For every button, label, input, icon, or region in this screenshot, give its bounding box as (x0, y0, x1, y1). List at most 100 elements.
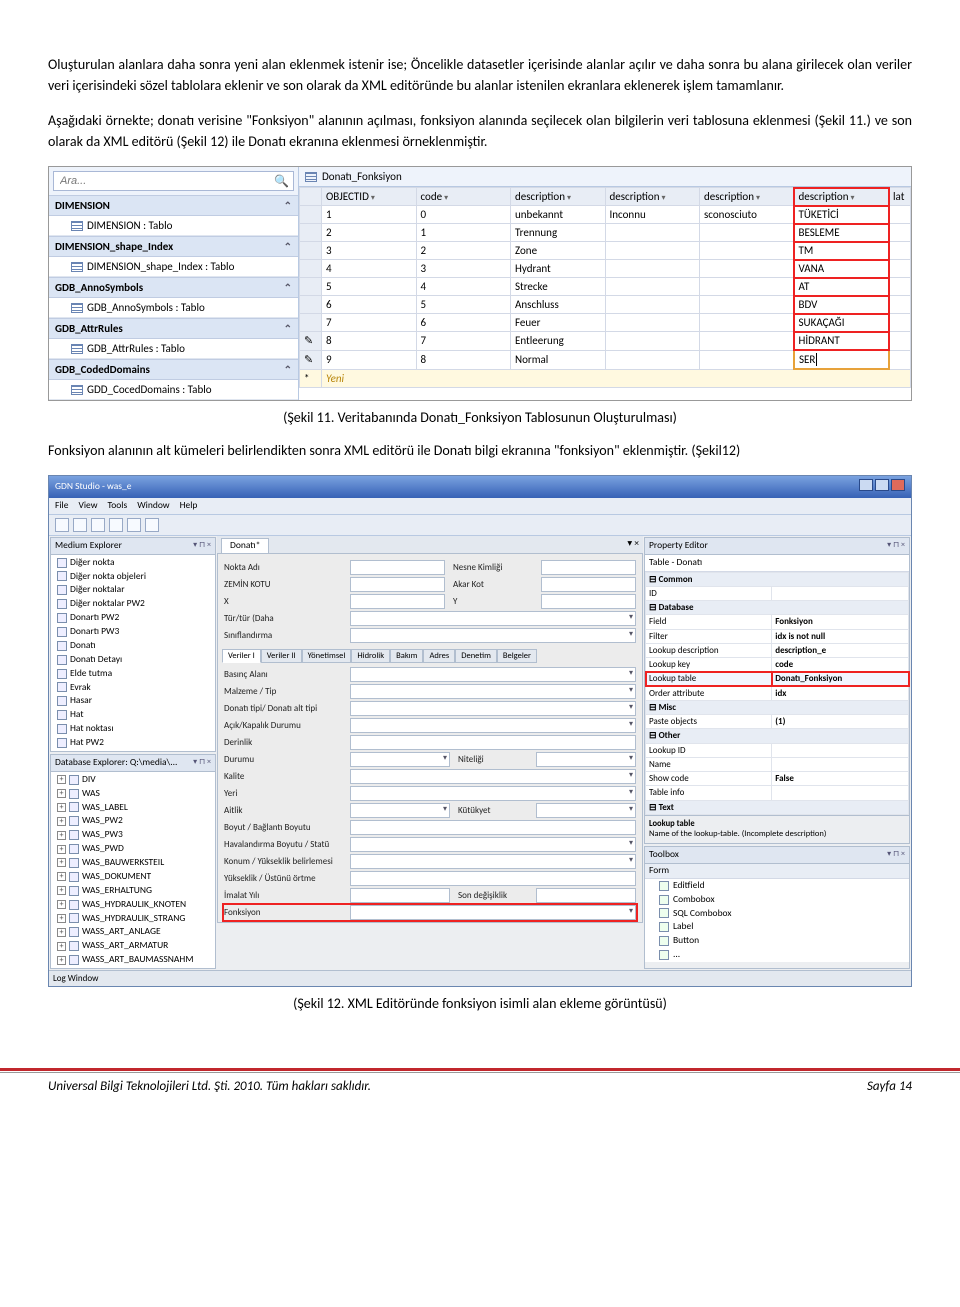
property-category[interactable]: ⊟ Other (646, 729, 909, 743)
toolbar-icon[interactable] (127, 518, 141, 532)
menu-bar[interactable]: FileViewToolsWindowHelp (49, 498, 911, 515)
row-header[interactable]: ✎ (300, 332, 322, 351)
tree-item[interactable]: Hat noktası (51, 722, 215, 736)
close-icon[interactable] (891, 479, 905, 491)
row-header[interactable] (300, 224, 322, 242)
row-header[interactable] (300, 278, 322, 296)
grid-cell[interactable]: 4 (416, 278, 511, 296)
table-row[interactable]: ✎ 8 7 Entleerung HİDRANT (300, 332, 911, 351)
grid-cell[interactable]: Feuer (511, 314, 606, 332)
toolbar[interactable] (49, 515, 911, 536)
panel-pins[interactable]: ▾ ⊓ × (887, 540, 905, 552)
grid-cell[interactable]: Strecke (511, 278, 606, 296)
toolbox-item[interactable]: Editfield (645, 879, 909, 893)
property-row[interactable]: Lookup ID (646, 743, 909, 757)
grid-cell[interactable]: Yeni (322, 369, 911, 388)
menu-item[interactable]: Window (137, 500, 169, 512)
toolbox-category[interactable]: Form (645, 864, 909, 879)
menu-item[interactable]: File (55, 500, 68, 512)
tree-item[interactable]: Diğer nokta objeleri (51, 570, 215, 584)
chevron-down-icon[interactable]: ▾ (371, 193, 375, 203)
form-tab[interactable]: Hidrolik (351, 649, 390, 664)
tree-item[interactable]: +WASS_ART_ARMATUR (51, 939, 215, 953)
tree-item[interactable]: Donartı PW2 (51, 611, 215, 625)
form-input[interactable] (350, 820, 636, 835)
form-combobox[interactable] (350, 684, 636, 699)
chevron-down-icon[interactable]: ▾ (567, 193, 571, 203)
form-input[interactable] (541, 594, 636, 609)
toolbar-icon[interactable] (73, 518, 87, 532)
property-category[interactable]: ⊟ Misc (646, 700, 909, 714)
form-tab[interactable]: Veriler I (222, 649, 261, 664)
form-combobox[interactable] (350, 752, 450, 767)
expand-icon[interactable]: + (57, 789, 66, 798)
grid-cell[interactable] (700, 332, 795, 351)
property-category[interactable]: ⊟ Common (646, 572, 909, 586)
grid-column-header[interactable]: description▾ (794, 188, 889, 206)
medium-explorer-tree[interactable]: Diğer noktaDiğer nokta objeleriDiğer nok… (51, 555, 215, 751)
chevron-down-icon[interactable]: ▾ (662, 193, 666, 203)
property-value[interactable]: description_e (772, 643, 909, 657)
panel-pins[interactable]: ▾ ⊓ × (193, 757, 211, 769)
tree-item[interactable]: Donatı Detayı (51, 653, 215, 667)
catalog-item[interactable]: GDB_AttrRules : Tablo (49, 339, 298, 359)
expand-icon[interactable]: + (57, 817, 66, 826)
grid-cell[interactable]: 3 (416, 260, 511, 278)
form-combobox[interactable] (350, 837, 636, 852)
expand-icon[interactable]: + (57, 831, 66, 840)
form-combobox[interactable] (350, 667, 636, 682)
grid-cell[interactable]: 3 (322, 242, 417, 260)
grid-cell[interactable] (605, 224, 700, 242)
catalog-item[interactable]: GDB_AnnoSymbols : Tablo (49, 298, 298, 318)
grid-cell[interactable]: Normal (511, 350, 606, 369)
grid-cell[interactable] (700, 242, 795, 260)
table-row[interactable]: 3 2 Zone TM (300, 242, 911, 260)
toolbox-item[interactable]: ... (645, 948, 909, 962)
form-tab[interactable]: Bakım (390, 649, 423, 664)
grid-cell[interactable] (889, 314, 911, 332)
grid-column-header[interactable]: description▾ (605, 188, 700, 206)
toolbar-icon[interactable] (145, 518, 159, 532)
property-value[interactable]: False (772, 772, 909, 786)
property-value[interactable]: Donatı_Fonksiyon (772, 672, 909, 686)
tree-item[interactable]: Hat (51, 708, 215, 722)
property-value[interactable]: Fonksiyon (772, 615, 909, 629)
tree-item[interactable]: +DIV (51, 773, 215, 787)
tree-item[interactable]: Diğer nokta (51, 556, 215, 570)
tree-item[interactable]: +WAS (51, 787, 215, 801)
editor-tabstrip[interactable]: Donatı* ▾ × (217, 536, 643, 553)
catalog-item[interactable]: GDD_CocedDomains : Tablo (49, 380, 298, 400)
catalog-item[interactable]: DIMENSION : Tablo (49, 216, 298, 236)
search-bar[interactable]: 🔍 (53, 171, 294, 191)
grid-cell[interactable] (889, 350, 911, 369)
catalog-group-header[interactable]: DIMENSION_shape_Index⌃ (49, 236, 298, 257)
grid-cell[interactable] (889, 206, 911, 224)
property-row[interactable]: Show codeFalse (646, 772, 909, 786)
grid-cell[interactable]: sconosciuto (700, 206, 795, 224)
property-value[interactable] (772, 786, 909, 800)
grid-cell[interactable]: unbekannt (511, 206, 606, 224)
property-value[interactable] (772, 586, 909, 600)
expand-icon[interactable]: + (57, 858, 66, 867)
tree-item[interactable]: Donartı PW3 (51, 625, 215, 639)
tree-item[interactable]: +WAS_DOKUMENT (51, 870, 215, 884)
form-tabstrip[interactable]: Veriler IVeriler IIYönetimselHidrolikBak… (222, 649, 636, 664)
grid-column-header[interactable]: lat (889, 188, 911, 206)
form-combobox[interactable] (350, 905, 636, 920)
tree-item[interactable]: Hasar (51, 694, 215, 708)
grid-cell[interactable]: BDV (794, 296, 889, 314)
toolbox-item[interactable]: Label (645, 920, 909, 934)
table-row[interactable]: 6 5 Anschluss BDV (300, 296, 911, 314)
expand-icon[interactable]: + (57, 914, 66, 923)
menu-item[interactable]: View (78, 500, 97, 512)
toolbox-list[interactable]: EditfieldComboboxSQL ComboboxLabelButton… (645, 879, 909, 962)
property-row[interactable]: FieldFonksiyon (646, 615, 909, 629)
toolbar-icon[interactable] (91, 518, 105, 532)
table-row[interactable]: 4 3 Hydrant VANA (300, 260, 911, 278)
form-tab[interactable]: Veriler II (261, 649, 302, 664)
property-row[interactable]: Lookup tableDonatı_Fonksiyon (646, 672, 909, 686)
table-new-row[interactable]: * Yeni (300, 369, 911, 388)
tree-item[interactable]: +WAS_PW2 (51, 814, 215, 828)
grid-cell[interactable] (605, 296, 700, 314)
grid-cell[interactable]: TÜKETİCİ (794, 206, 889, 224)
